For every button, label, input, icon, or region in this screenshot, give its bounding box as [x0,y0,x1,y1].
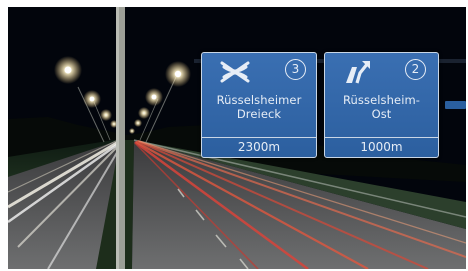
highway-night-photo: 3 Rüsselsheimer Dreieck 2300m 2 Rüsselsh… [0,0,468,271]
distance-label: 1000m [325,137,438,157]
partial-sign-edge [445,101,466,109]
photo-frame: 3 Rüsselsheimer Dreieck 2300m 2 Rüsselsh… [8,7,466,269]
exit-number: 2 [405,59,426,80]
destination-line-1: Rüsselsheim- [342,93,421,107]
exit-number: 3 [285,59,306,80]
distance-label: 2300m [202,137,316,157]
destination-line-1: Rüsselsheimer [216,93,302,107]
destination-line-2: Ost [371,107,392,121]
direction-sign-right: 2 Rüsselsheim- Ost 1000m [324,52,439,158]
destination-line-2: Dreieck [236,107,282,121]
destination-name: Rüsselsheimer Dreieck [202,93,316,121]
direction-sign-left: 3 Rüsselsheimer Dreieck 2300m [201,52,317,158]
destination-name: Rüsselsheim- Ost [325,93,438,121]
